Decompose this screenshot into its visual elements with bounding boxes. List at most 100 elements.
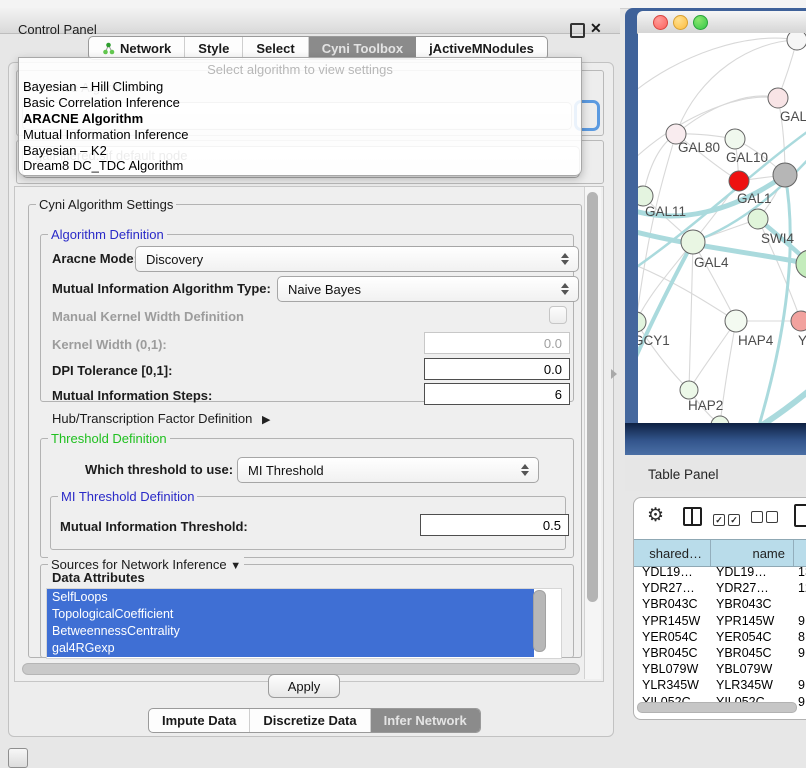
column-header-shared[interactable]: shared… [634, 540, 711, 566]
data-attribute-item[interactable]: gal4RGexp [47, 640, 534, 657]
table-row[interactable]: YPR145WYPR145W9. [634, 614, 806, 630]
column-header-name[interactable]: name [711, 540, 794, 566]
algorithm-option[interactable]: Bayesian – K2 [22, 143, 573, 159]
network-node-swi4[interactable] [748, 209, 768, 229]
minimized-panel-icon[interactable] [8, 748, 28, 768]
table-cell: 9. [798, 678, 806, 692]
file-icon[interactable] [794, 504, 806, 527]
algorithm-option[interactable]: Mutual Information Inference [22, 127, 573, 143]
table-header-row: shared…name [634, 539, 806, 567]
tab-label: Infer Network [384, 713, 467, 728]
table-row[interactable]: YDR27…YDR27…12 [634, 581, 806, 597]
mi-steps-field[interactable]: 6 [424, 383, 570, 405]
deselect-all-icon[interactable] [751, 510, 781, 528]
tab-label: Select [256, 41, 294, 56]
table-row[interactable]: YDL19…YDL19…13 [634, 565, 806, 581]
network-node-topright[interactable] [787, 33, 806, 50]
bottom-tab-discretize-data[interactable]: Discretize Data [250, 709, 370, 732]
data-attribute-item[interactable]: BetweennessCentrality [47, 623, 534, 640]
network-node-label: GAL10 [726, 150, 768, 165]
disclosure-down-icon: ▼ [230, 560, 241, 572]
hub-definition-disclosure[interactable]: Hub/Transcription Factor Definition ▶ [52, 411, 270, 426]
network-node-gal1[interactable] [729, 171, 749, 191]
tab-label: Network [120, 41, 171, 56]
tab-jactivemnodules[interactable]: jActiveMNodules [416, 37, 547, 59]
columns-icon[interactable] [683, 507, 702, 526]
data-attribute-item[interactable]: TopologicalCoefficient [47, 606, 534, 623]
gear-icon[interactable]: ⚙ [647, 504, 664, 527]
network-node-label: GAL [780, 109, 806, 124]
close-traffic-light-icon[interactable] [653, 15, 668, 30]
select-all-icon[interactable]: ✓✓ [713, 510, 743, 528]
dpi-tolerance-field[interactable]: 0.0 [424, 358, 570, 380]
float-window-icon[interactable] [570, 23, 585, 38]
tab-label: Discretize Data [263, 713, 356, 728]
algorithm-option[interactable]: Basic Correlation Inference [22, 95, 573, 111]
kernel-width-field[interactable]: 0.0 [424, 332, 570, 354]
which-threshold-label: Which threshold to use: [85, 462, 233, 477]
column-header-clipped[interactable] [794, 540, 806, 566]
network-window-bottom-frame [625, 423, 806, 455]
close-icon[interactable]: ✕ [590, 20, 602, 37]
table-cell: YBR043C [716, 597, 772, 611]
tab-select[interactable]: Select [243, 37, 308, 59]
network-view-window: GALGAL80GAL10GAL1SWI4GAL11GAL4GCY1HAP4YH… [625, 8, 806, 455]
network-node-label: SWI4 [761, 231, 794, 246]
which-threshold-value: MI Threshold [248, 463, 324, 478]
network-canvas[interactable]: GALGAL80GAL10GAL1SWI4GAL11GAL4GCY1HAP4YH… [638, 33, 806, 423]
stepper-icon [561, 253, 569, 265]
splitter-handle-icon[interactable] [611, 369, 617, 379]
table-row[interactable]: YBR045CYBR045C9. [634, 646, 806, 662]
table-row[interactable]: YER054CYER054C8. [634, 630, 806, 646]
algorithm-option[interactable]: Dream8 DC_TDC Algorithm [22, 158, 573, 174]
table-row[interactable]: YBR043C YBR043C [634, 597, 806, 613]
network-node-bottom[interactable] [711, 416, 729, 423]
network-node-gal11[interactable] [638, 186, 653, 206]
table-cell: YDR27… [716, 581, 769, 595]
manual-kernel-width-checkbox[interactable] [549, 306, 567, 324]
algorithm-option[interactable]: ARACNE Algorithm [22, 111, 573, 127]
attributes-scrollbar-thumb[interactable] [533, 590, 546, 652]
tab-label: Impute Data [162, 713, 236, 728]
network-icon [102, 42, 115, 55]
table-panel-titlebar: Table Panel [625, 458, 806, 491]
network-node-label: GCY1 [638, 333, 670, 348]
table-row[interactable]: YLR345W YLR345W 9. [634, 678, 806, 694]
table-panel-title: Table Panel [648, 467, 719, 482]
tab-network[interactable]: Network [89, 37, 185, 59]
network-node-label: GAL4 [694, 255, 729, 270]
aracne-mode-combo[interactable]: Discovery [135, 246, 579, 272]
table-cell: YBR043C [642, 597, 698, 611]
network-node-label: GAL11 [645, 204, 686, 219]
kernel-width-label: Kernel Width (0,1): [52, 337, 167, 352]
network-node-salmon[interactable] [791, 311, 806, 331]
zoom-traffic-light-icon[interactable] [693, 15, 708, 30]
cyni-algorithm-settings-title: Cyni Algorithm Settings [36, 197, 176, 212]
bottom-tab-impute-data[interactable]: Impute Data [149, 709, 250, 732]
network-node-gal-top[interactable] [768, 88, 788, 108]
table-hscrollbar-thumb[interactable] [637, 702, 797, 713]
network-node-hap2[interactable] [680, 381, 698, 399]
mi-threshold-title: MI Threshold Definition [58, 489, 197, 504]
network-node-gray[interactable] [773, 163, 797, 187]
tab-style[interactable]: Style [185, 37, 243, 59]
apply-button[interactable]: Apply [268, 674, 340, 698]
algorithm-option[interactable]: Bayesian – Hill Climbing [22, 79, 573, 95]
network-node-hap4[interactable] [725, 310, 747, 332]
minimize-traffic-light-icon[interactable] [673, 15, 688, 30]
data-attribute-item[interactable]: SelfLoops [47, 589, 534, 606]
tab-cyni-toolbox[interactable]: Cyni Toolbox [309, 37, 416, 59]
dpi-tolerance-label: DPI Tolerance [0,1]: [52, 363, 172, 378]
network-node-gal4[interactable] [681, 230, 705, 254]
table-row[interactable]: YBL079WYBL079W [634, 662, 806, 678]
network-node-gcy1[interactable] [638, 312, 646, 332]
mi-algorithm-type-combo[interactable]: Naive Bayes [277, 276, 579, 302]
which-threshold-combo[interactable]: MI Threshold [237, 457, 539, 483]
bottom-tab-infer-network[interactable]: Infer Network [371, 709, 480, 732]
table-cell: YLR345W [716, 678, 773, 692]
mi-threshold-field[interactable]: 0.5 [420, 514, 569, 536]
network-node-gal10[interactable] [725, 129, 745, 149]
table-cell: YLR345W [642, 678, 699, 692]
settings-scrollbar-thumb[interactable] [587, 192, 598, 602]
table-cell: 9 [798, 695, 805, 709]
